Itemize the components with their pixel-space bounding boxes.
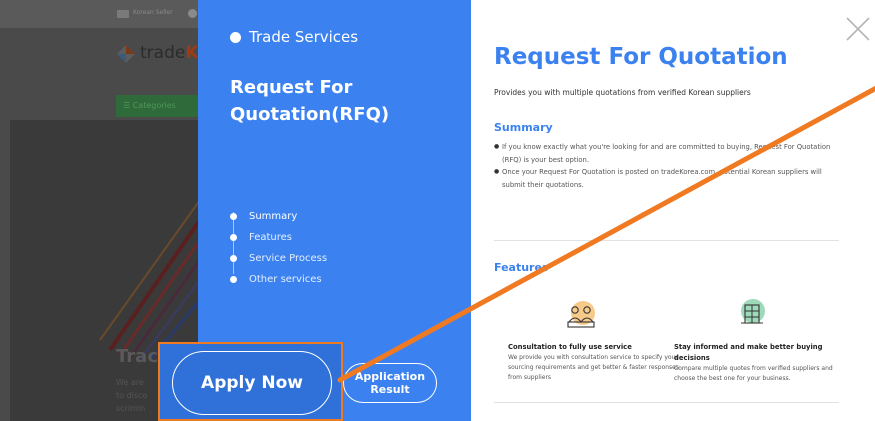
- nav-dot-icon: [230, 276, 237, 283]
- features-heading: Features: [494, 261, 549, 274]
- nav-dot-icon: [230, 234, 237, 241]
- bullet-icon: ●: [494, 168, 500, 175]
- close-icon[interactable]: [845, 16, 871, 42]
- globe-icon: [188, 9, 197, 18]
- service-detail-panel: Request For Quotation Provides you with …: [471, 0, 875, 421]
- apply-now-button[interactable]: Apply Now: [172, 351, 332, 415]
- nav-item-summary[interactable]: Summary: [230, 206, 430, 227]
- hero-decoration: [99, 199, 200, 360]
- application-result-button[interactable]: Application Result: [343, 363, 437, 403]
- section-header: Trade Services: [230, 28, 358, 46]
- background-categories-button: ☰ Categories: [116, 95, 200, 117]
- nav-dot-icon: [230, 255, 237, 262]
- summary-heading: Summary: [494, 121, 553, 134]
- bullet-icon: ●: [494, 143, 500, 150]
- nav-dot-icon: [230, 213, 237, 220]
- nav-item-service-process[interactable]: Service Process: [230, 248, 430, 269]
- logo-text-suffix: K: [185, 43, 199, 63]
- section-dot-icon: [230, 31, 241, 43]
- consultation-icon: [567, 301, 595, 328]
- logo-mark-icon: [117, 45, 135, 63]
- service-title: Request For Quotation(RFQ): [230, 77, 390, 125]
- summary-item: ● If you know exactly what you're lookin…: [494, 141, 844, 166]
- flag-icon: [117, 10, 129, 18]
- page-lead-text: Provides you with multiple quotations fr…: [494, 88, 751, 97]
- background-hero-subtitle: We are to disco scrimin: [116, 378, 148, 413]
- feature-description: We provide you with consultation service…: [508, 354, 679, 381]
- summary-list: ● If you know exactly what you're lookin…: [494, 141, 844, 191]
- background-hero-title: Trac: [116, 346, 158, 367]
- section-nav: Summary Features Service Process Other s…: [230, 206, 430, 290]
- nav-item-label: Other services: [249, 274, 322, 285]
- section-divider: [494, 402, 839, 403]
- section-divider: [494, 240, 839, 241]
- nav-item-label: Features: [249, 232, 292, 243]
- feature-description: Compare multiple quotes from verified su…: [674, 365, 833, 382]
- globe-building-icon: [741, 299, 765, 324]
- logo-text-prefix: trade: [140, 43, 186, 63]
- section-label: Trade Services: [249, 28, 359, 46]
- page-title: Request For Quotation: [494, 44, 788, 70]
- nav-item-other-services[interactable]: Other services: [230, 269, 430, 290]
- feature-title: Stay informed and make better buying dec…: [674, 343, 823, 362]
- summary-item: ● Once your Request For Quotation is pos…: [494, 166, 844, 191]
- nav-item-features[interactable]: Features: [230, 227, 430, 248]
- nav-item-label: Summary: [249, 211, 298, 222]
- feature-title: Consultation to fully use service: [508, 343, 632, 351]
- application-result-label-line1: Application: [354, 370, 426, 383]
- nav-item-label: Service Process: [249, 253, 328, 264]
- background-seller-link: Korean Seller: [133, 9, 173, 16]
- application-result-label-line2: Result: [370, 383, 410, 396]
